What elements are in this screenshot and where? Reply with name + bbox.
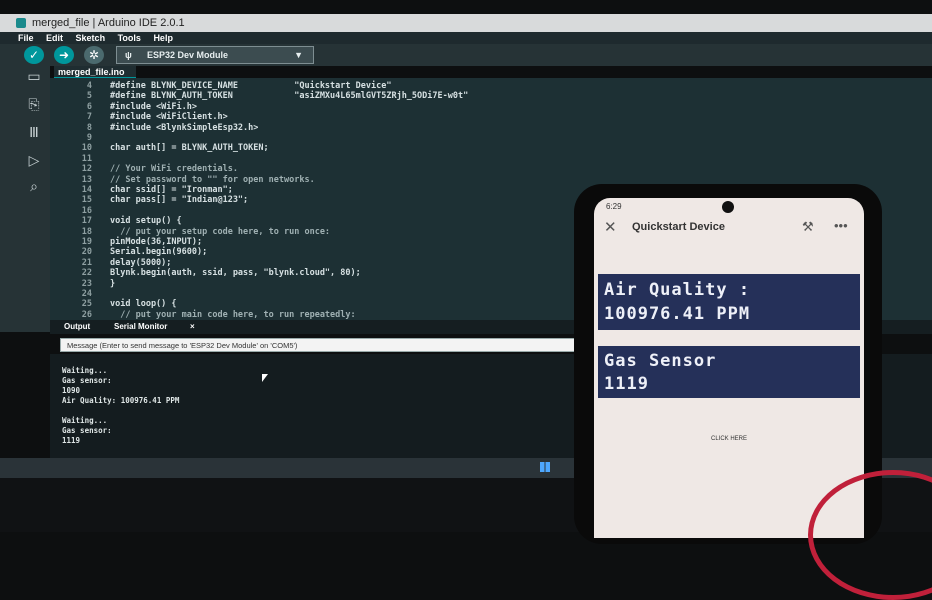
tab-serial-monitor[interactable]: Serial Monitor (114, 320, 167, 334)
line-number: 15 (81, 195, 92, 206)
board-selector[interactable]: ψ ESP32 Dev Module ▼ (116, 46, 314, 64)
debug-button[interactable]: ✲ (84, 46, 104, 64)
serial-line: Gas sensor: (62, 376, 112, 385)
serial-line: 1119 (62, 436, 81, 445)
code-text: #include <WiFiClient.h> (110, 112, 228, 123)
code-text: Blynk.begin(auth, ssid, pass, "blynk.clo… (110, 268, 361, 279)
menu-help[interactable]: Help (153, 32, 173, 44)
line-number: 10 (81, 143, 92, 154)
serial-message-input[interactable]: Message (Enter to send message to 'ESP32… (60, 338, 600, 352)
code-text: #define BLYNK_AUTH_TOKEN "asiZMXu4L65mlG… (110, 91, 469, 102)
serial-line: Air Quality: 100976.41 PPM (62, 396, 180, 405)
line-number: 17 (81, 216, 92, 227)
line-number: 4 (86, 81, 92, 91)
arrow-right-icon: ➜ (58, 48, 70, 62)
gas-sensor-label: Gas Sensor (604, 351, 717, 371)
code-text: } (110, 278, 116, 289)
serial-line: 1090 (62, 386, 81, 395)
code-text: // Your WiFi credentials. (110, 164, 238, 175)
upload-button[interactable]: ➜ (54, 46, 74, 64)
library-icon[interactable]: Ⅲ (24, 124, 44, 141)
air-quality-label: Air Quality : (604, 280, 751, 300)
device-title: Quickstart Device (632, 221, 725, 233)
wrench-icon[interactable]: ⚒ (802, 219, 814, 235)
code-text: void setup() { (110, 216, 182, 227)
phone-screen: 6:29 ✕ Quickstart Device ⚒ ••• Air Quali… (594, 198, 864, 538)
verify-button[interactable]: ✓ (24, 46, 44, 64)
title-bar: merged_file | Arduino IDE 2.0.1 (0, 14, 932, 32)
windows-start-icon[interactable] (540, 462, 550, 472)
code-text: // put your main code here, to run repea… (110, 309, 356, 320)
debug-icon[interactable]: ▷ (24, 152, 44, 169)
code-text: // Set password to "" for open networks. (110, 174, 315, 185)
line-number: 5 (86, 91, 92, 102)
code-text: char auth[] = BLYNK_AUTH_TOKEN; (110, 143, 269, 154)
chevron-down-icon: ▼ (294, 50, 303, 60)
serial-line: Waiting... (62, 416, 108, 425)
phone-app-header: ✕ Quickstart Device ⚒ ••• (594, 214, 864, 242)
serial-line: Gas sensor: (62, 426, 112, 435)
line-number: 8 (86, 122, 92, 133)
menu-file[interactable]: File (18, 32, 34, 44)
code-text: // put your setup code here, to run once… (110, 226, 331, 237)
air-quality-widget: Air Quality : 100976.41 PPM (598, 274, 860, 330)
close-icon[interactable]: ✕ (604, 218, 617, 236)
line-number: 20 (81, 247, 92, 258)
file-tab[interactable]: merged_file.ino (54, 66, 136, 78)
check-icon: ✓ (28, 48, 40, 62)
line-number: 11 (81, 153, 92, 164)
line-number: 7 (86, 112, 92, 123)
mouse-cursor-icon (262, 374, 268, 382)
close-icon[interactable]: × (190, 320, 195, 334)
more-icon[interactable]: ••• (834, 218, 848, 233)
activity-bar: ▭ ⎘ Ⅲ ▷ ⌕ (0, 66, 50, 332)
boards-manager-icon[interactable]: ⎘ (24, 96, 44, 113)
menu-edit[interactable]: Edit (46, 32, 63, 44)
toolbar: ✓ ➜ ✲ ψ ESP32 Dev Module ▼ (0, 44, 932, 66)
phone-time: 6:29 (606, 202, 622, 211)
line-number: 6 (86, 101, 92, 112)
code-text: #include <BlynkSimpleEsp32.h> (110, 122, 259, 133)
folder-icon[interactable]: ▭ (24, 68, 44, 85)
line-number: 26 (81, 309, 92, 320)
line-number: 14 (81, 185, 92, 195)
menu-sketch[interactable]: Sketch (76, 32, 106, 44)
line-number: 22 (81, 268, 92, 279)
line-number: 13 (81, 174, 92, 185)
click-here-button[interactable]: CLICK HERE (594, 436, 864, 442)
line-number: 25 (81, 299, 92, 310)
board-name: ESP32 Dev Module (147, 50, 229, 60)
line-number: 18 (81, 226, 92, 237)
line-number: 21 (81, 257, 92, 268)
gas-sensor-widget: Gas Sensor 1119 (598, 346, 860, 398)
line-number: 16 (81, 205, 92, 216)
line-number: 23 (81, 278, 92, 289)
menu-bar: File Edit Sketch Tools Help (0, 32, 932, 44)
menu-tools[interactable]: Tools (118, 32, 141, 44)
serial-line: Waiting... (62, 366, 108, 375)
code-text: Serial.begin(9600); (110, 247, 208, 258)
code-text: char pass[] = "Indian@123"; (110, 195, 249, 206)
usb-icon: ψ (125, 50, 132, 60)
line-number: 12 (81, 164, 92, 175)
line-number: 24 (81, 289, 92, 299)
tab-output[interactable]: Output (64, 320, 90, 334)
air-quality-value: 100976.41 PPM (604, 304, 751, 324)
code-text: void loop() { (110, 299, 177, 310)
arduino-app-icon (16, 18, 26, 28)
camera-icon (722, 201, 734, 213)
line-number: 9 (86, 133, 92, 143)
line-number: 19 (81, 237, 92, 247)
search-icon[interactable]: ⌕ (24, 178, 44, 195)
debug-icon: ✲ (88, 48, 100, 62)
window-title: merged_file | Arduino IDE 2.0.1 (32, 17, 185, 29)
gas-sensor-value: 1119 (604, 374, 649, 394)
